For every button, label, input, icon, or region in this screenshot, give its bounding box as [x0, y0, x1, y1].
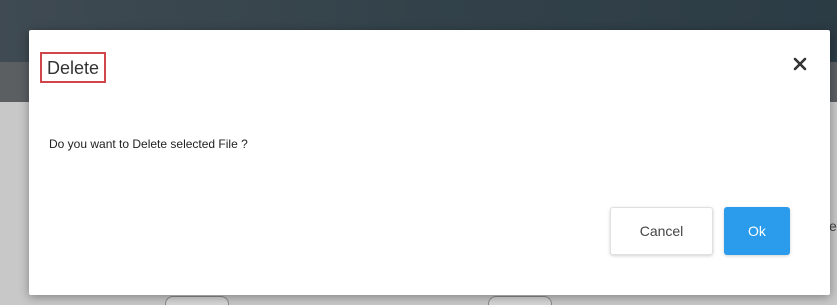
close-button[interactable] — [790, 54, 810, 74]
background-edge-text: e — [829, 218, 837, 234]
cancel-button[interactable]: Cancel — [610, 207, 713, 255]
close-icon — [793, 57, 807, 71]
background-control-stub — [165, 296, 229, 305]
background-control-stub — [488, 296, 552, 305]
dialog-title: Delete — [40, 52, 107, 83]
delete-dialog: Delete Do you want to Delete selected Fi… — [29, 30, 830, 295]
dialog-message: Do you want to Delete selected File ? — [49, 137, 248, 151]
ok-button[interactable]: Ok — [724, 207, 790, 255]
